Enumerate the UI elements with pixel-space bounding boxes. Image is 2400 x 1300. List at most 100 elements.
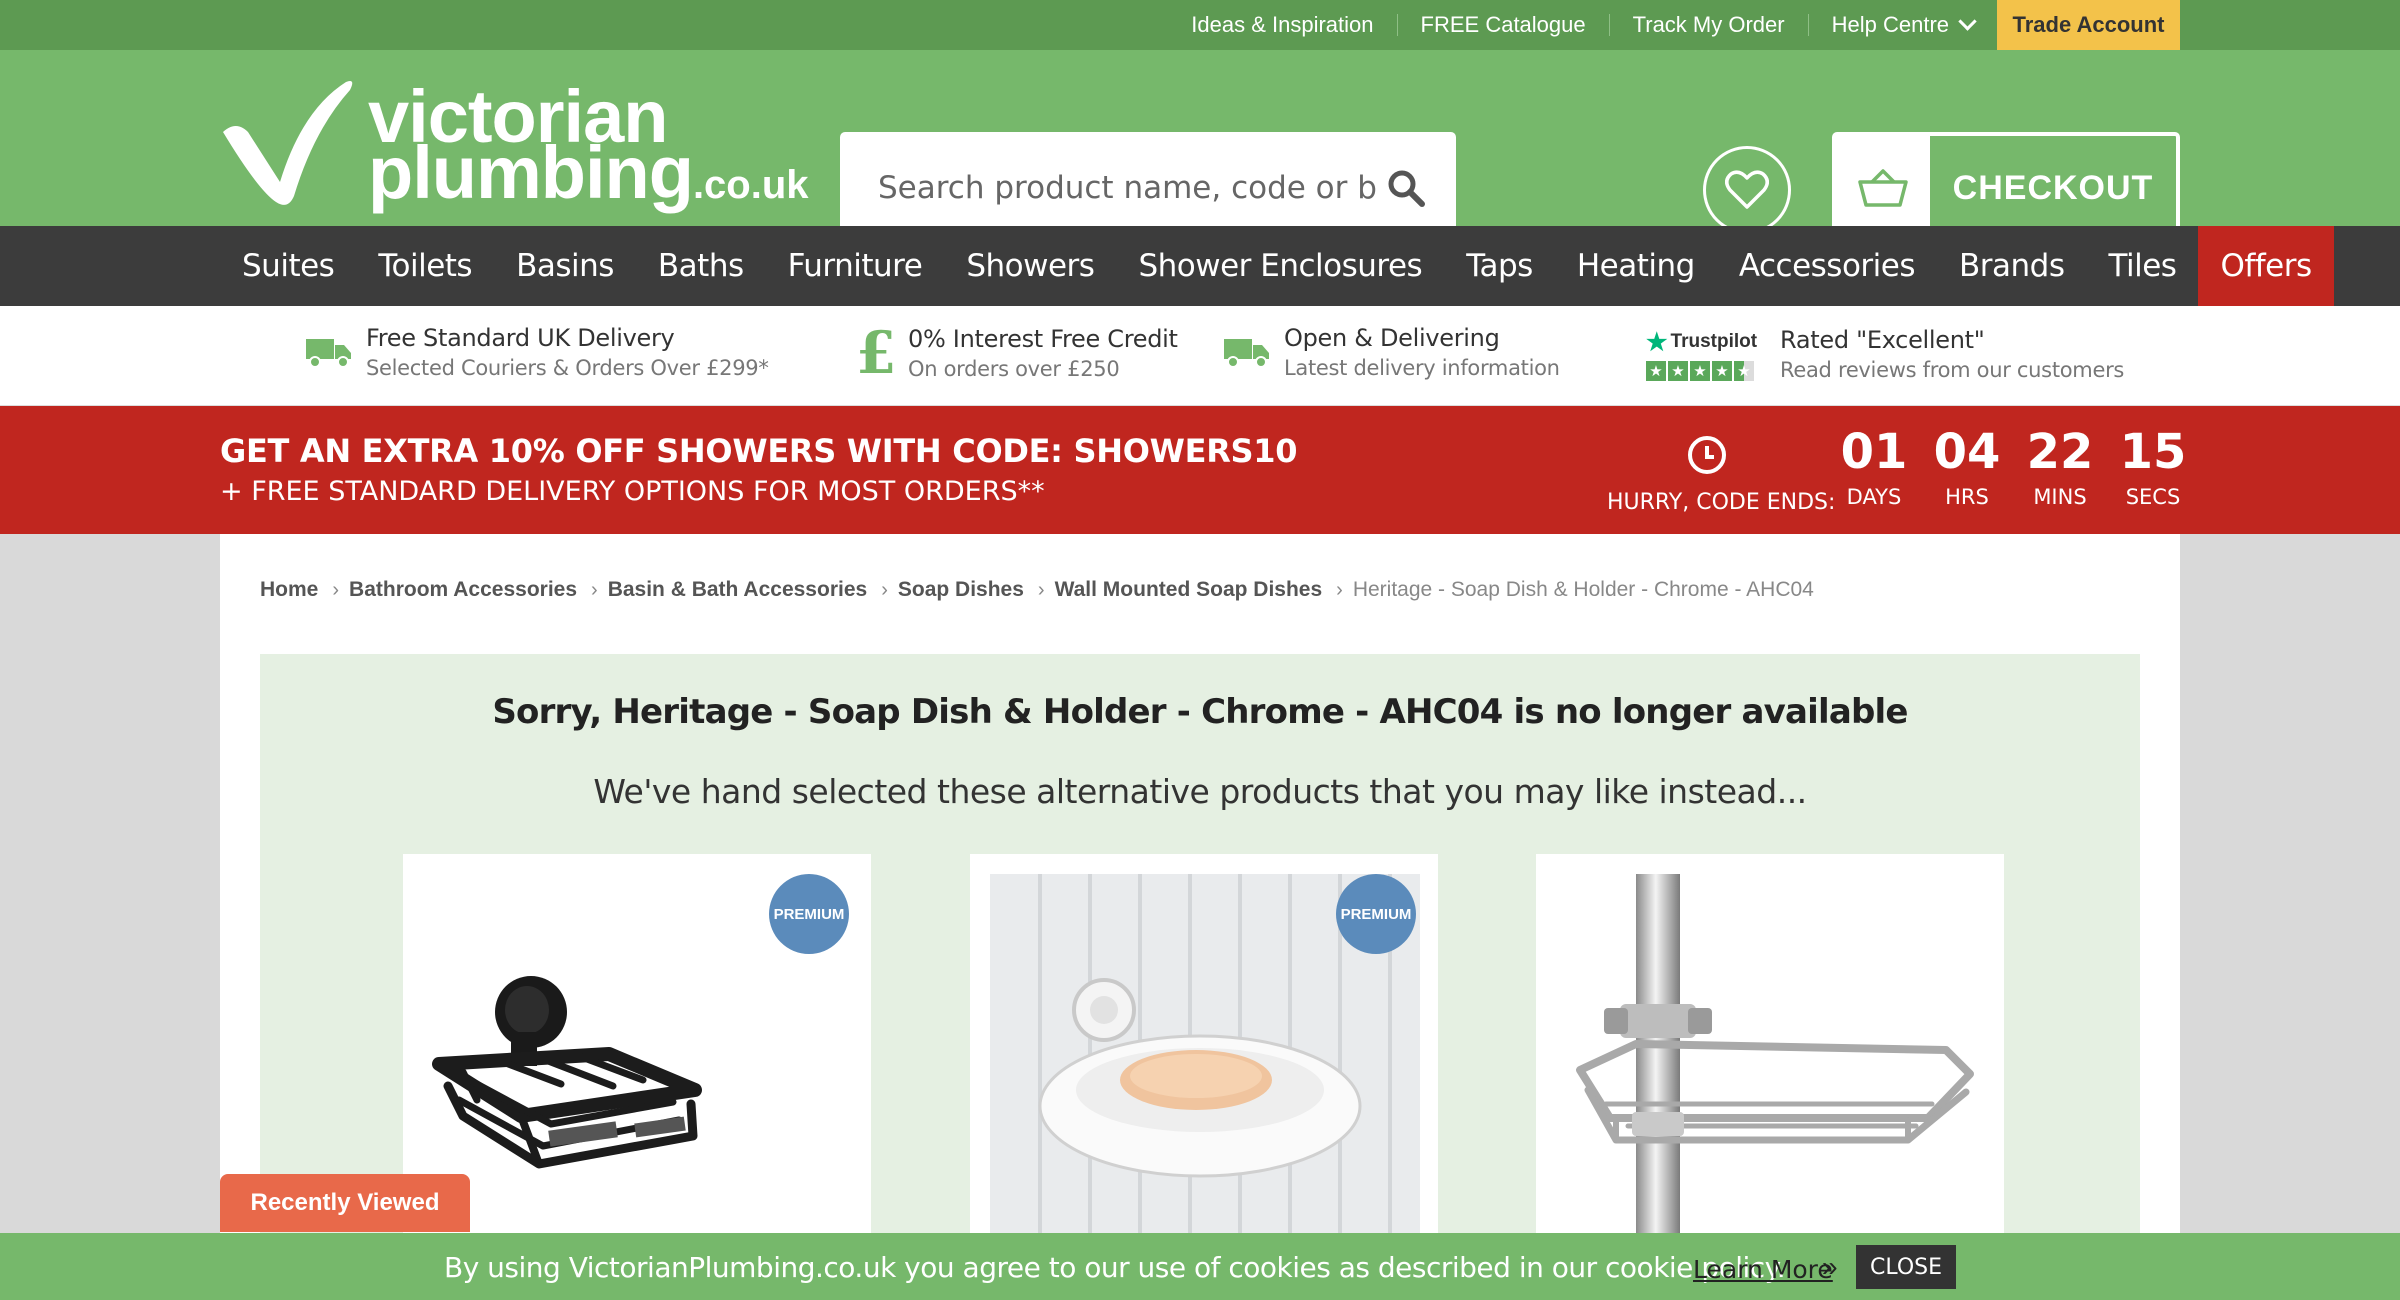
usp-open-delivering[interactable]: Open & Delivering Latest delivery inform…	[1224, 324, 1560, 380]
clock-icon	[1688, 436, 1726, 474]
trustpilot-brand: Trustpilot	[1670, 331, 1758, 352]
learn-more-link[interactable]: Learn More	[1693, 1255, 1833, 1284]
breadcrumb-separator: ›	[332, 578, 340, 601]
countdown-value: 04	[1933, 424, 2001, 480]
truck-icon	[1224, 339, 1269, 368]
breadcrumb-separator: ›	[1336, 578, 1343, 601]
double-chevron-icon: »	[1822, 1251, 1838, 1282]
countdown-seconds: 15 SECS	[2113, 426, 2193, 509]
alternatives-panel: Sorry, Heritage - Soap Dish & Holder - C…	[260, 654, 2140, 1300]
nav-item-showers[interactable]: Showers	[944, 226, 1116, 306]
breadcrumb-separator: ›	[1037, 578, 1045, 601]
usp-free-delivery[interactable]: Free Standard UK Delivery Selected Couri…	[306, 324, 769, 380]
trade-account-button[interactable]: Trade Account	[1997, 0, 2180, 50]
main-content: Home › Bathroom Accessories › Basin & Ba…	[220, 534, 2180, 1300]
breadcrumb-current-page: Heritage - Soap Dish & Holder - Chrome -…	[1352, 578, 1814, 601]
usp-subtitle: Read reviews from our customers	[1780, 358, 2125, 382]
countdown-unit: DAYS	[1846, 484, 1902, 509]
nav-item-baths[interactable]: Baths	[636, 226, 766, 306]
alternatives-subtitle: We've hand selected these alternative pr…	[593, 772, 1807, 811]
nav-item-heating[interactable]: Heating	[1555, 226, 1717, 306]
nav-item-offers[interactable]: Offers	[2198, 226, 2334, 306]
star-half-icon: ★	[1734, 360, 1754, 381]
search-input[interactable]	[878, 162, 1378, 214]
usp-subtitle: On orders over £250	[908, 357, 1120, 381]
countdown-minutes: 22 MINS	[2020, 426, 2100, 509]
star-icon: ★	[1646, 328, 1668, 356]
search-icon[interactable]	[1386, 168, 1426, 208]
breadcrumb-home[interactable]: Home	[260, 578, 318, 602]
countdown-hours: 04 HRS	[1927, 426, 2007, 509]
usp-title: 0% Interest Free Credit	[908, 325, 1178, 353]
site-header: victorian plumbing.co.uk CHECKOUT	[0, 50, 2400, 244]
truck-icon	[306, 339, 351, 368]
star-icon: ★	[1668, 360, 1688, 381]
basket-icon	[1858, 169, 1908, 207]
logo-text-tld: .co.uk	[692, 163, 809, 207]
star-icon: ★	[1646, 360, 1666, 381]
countdown-unit: SECS	[2125, 484, 2181, 509]
nav-item-basins[interactable]: Basins	[494, 226, 636, 306]
nav-item-suites[interactable]: Suites	[220, 226, 356, 306]
nav-item-toilets[interactable]: Toilets	[356, 226, 494, 306]
countdown-value: 01	[1840, 424, 1908, 480]
nav-item-tiles[interactable]: Tiles	[2087, 226, 2199, 306]
usp-title: Open & Delivering	[1284, 324, 1500, 352]
track-order-link[interactable]: Track My Order	[1610, 12, 1808, 38]
nav-item-accessories[interactable]: Accessories	[1717, 226, 1937, 306]
cookie-banner: By using VictorianPlumbing.co.uk you agr…	[0, 1233, 2400, 1300]
star-icon: ★	[1712, 360, 1732, 381]
cookie-close-button[interactable]: CLOSE	[1856, 1245, 1956, 1289]
countdown-days: 01 DAYS	[1834, 426, 1914, 509]
breadcrumb-basin-bath-accessories[interactable]: Basin & Bath Accessories	[608, 578, 868, 602]
hurry-label: HURRY, CODE ENDS:	[1607, 490, 1836, 515]
promo-headline: GET AN EXTRA 10% OFF SHOWERS WITH CODE: …	[220, 432, 1298, 470]
tick-logo-icon	[223, 81, 353, 205]
promo-subline: + FREE STANDARD DELIVERY OPTIONS FOR MOS…	[220, 476, 1045, 507]
usp-subtitle: Latest delivery information	[1284, 356, 1560, 380]
usp-trustpilot-rating[interactable]: ★ Trustpilot ★ ★ ★ ★ ★ Rated "Excellent" …	[1646, 326, 2124, 382]
countdown-value: 15	[2119, 424, 2187, 480]
usp-title: Free Standard UK Delivery	[366, 324, 675, 352]
nav-item-shower-enclosures[interactable]: Shower Enclosures	[1116, 226, 1444, 306]
wishlist-button[interactable]	[1703, 146, 1791, 234]
pound-icon: £	[856, 319, 897, 387]
nav-item-furniture[interactable]: Furniture	[766, 226, 945, 306]
premium-badge: PREMIUM	[769, 874, 849, 954]
help-centre-label: Help Centre	[1831, 12, 1949, 37]
recently-viewed-tab[interactable]: Recently Viewed	[220, 1174, 470, 1232]
main-navigation: Suites Toilets Basins Baths Furniture Sh…	[0, 226, 2400, 306]
cookie-message: By using VictorianPlumbing.co.uk you agr…	[444, 1251, 1786, 1284]
basket-icon-box	[1836, 136, 1930, 240]
chevron-down-icon	[1958, 11, 1977, 31]
trustpilot-logo: ★ Trustpilot	[1646, 328, 1766, 357]
countdown-value: 22	[2026, 424, 2094, 480]
promo-banner[interactable]: GET AN EXTRA 10% OFF SHOWERS WITH CODE: …	[0, 406, 2400, 534]
usp-interest-free-credit[interactable]: £ 0% Interest Free Credit On orders over…	[856, 324, 1178, 382]
breadcrumb: Home › Bathroom Accessories › Basin & Ba…	[260, 578, 1814, 602]
trustpilot-icon: ★ Trustpilot ★ ★ ★ ★ ★	[1646, 328, 1766, 381]
top-utility-bar: Ideas & Inspiration FREE Catalogue Track…	[0, 0, 2400, 50]
victorian-plumbing-logo[interactable]: victorian plumbing.co.uk	[218, 70, 809, 220]
checkout-label: CHECKOUT	[1952, 168, 2154, 207]
breadcrumb-separator: ›	[881, 578, 888, 601]
breadcrumb-bathroom-accessories[interactable]: Bathroom Accessories	[349, 578, 577, 602]
trustpilot-stars: ★ ★ ★ ★ ★	[1646, 360, 1766, 381]
help-centre-dropdown[interactable]: Help Centre	[1809, 11, 1997, 38]
usp-title: Rated "Excellent"	[1780, 326, 1985, 354]
logo-text-line2: plumbing.co.uk	[368, 136, 809, 210]
logo-text-plumbing: plumbing	[368, 131, 694, 214]
breadcrumb-wall-mounted-soap-dishes[interactable]: Wall Mounted Soap Dishes	[1055, 578, 1323, 602]
countdown-unit: HRS	[1945, 484, 1989, 509]
breadcrumb-soap-dishes[interactable]: Soap Dishes	[898, 578, 1024, 602]
usp-strip: Free Standard UK Delivery Selected Couri…	[0, 306, 2400, 406]
free-catalogue-link[interactable]: FREE Catalogue	[1398, 12, 1609, 38]
breadcrumb-separator: ›	[591, 578, 598, 601]
heart-icon	[1725, 170, 1769, 209]
ideas-inspiration-link[interactable]: Ideas & Inspiration	[1168, 12, 1396, 38]
countdown-unit: MINS	[2033, 484, 2087, 509]
nav-item-taps[interactable]: Taps	[1444, 226, 1555, 306]
premium-badge: PREMIUM	[1336, 874, 1416, 954]
unavailable-title: Sorry, Heritage - Soap Dish & Holder - C…	[492, 692, 1908, 732]
nav-item-brands[interactable]: Brands	[1937, 226, 2087, 306]
